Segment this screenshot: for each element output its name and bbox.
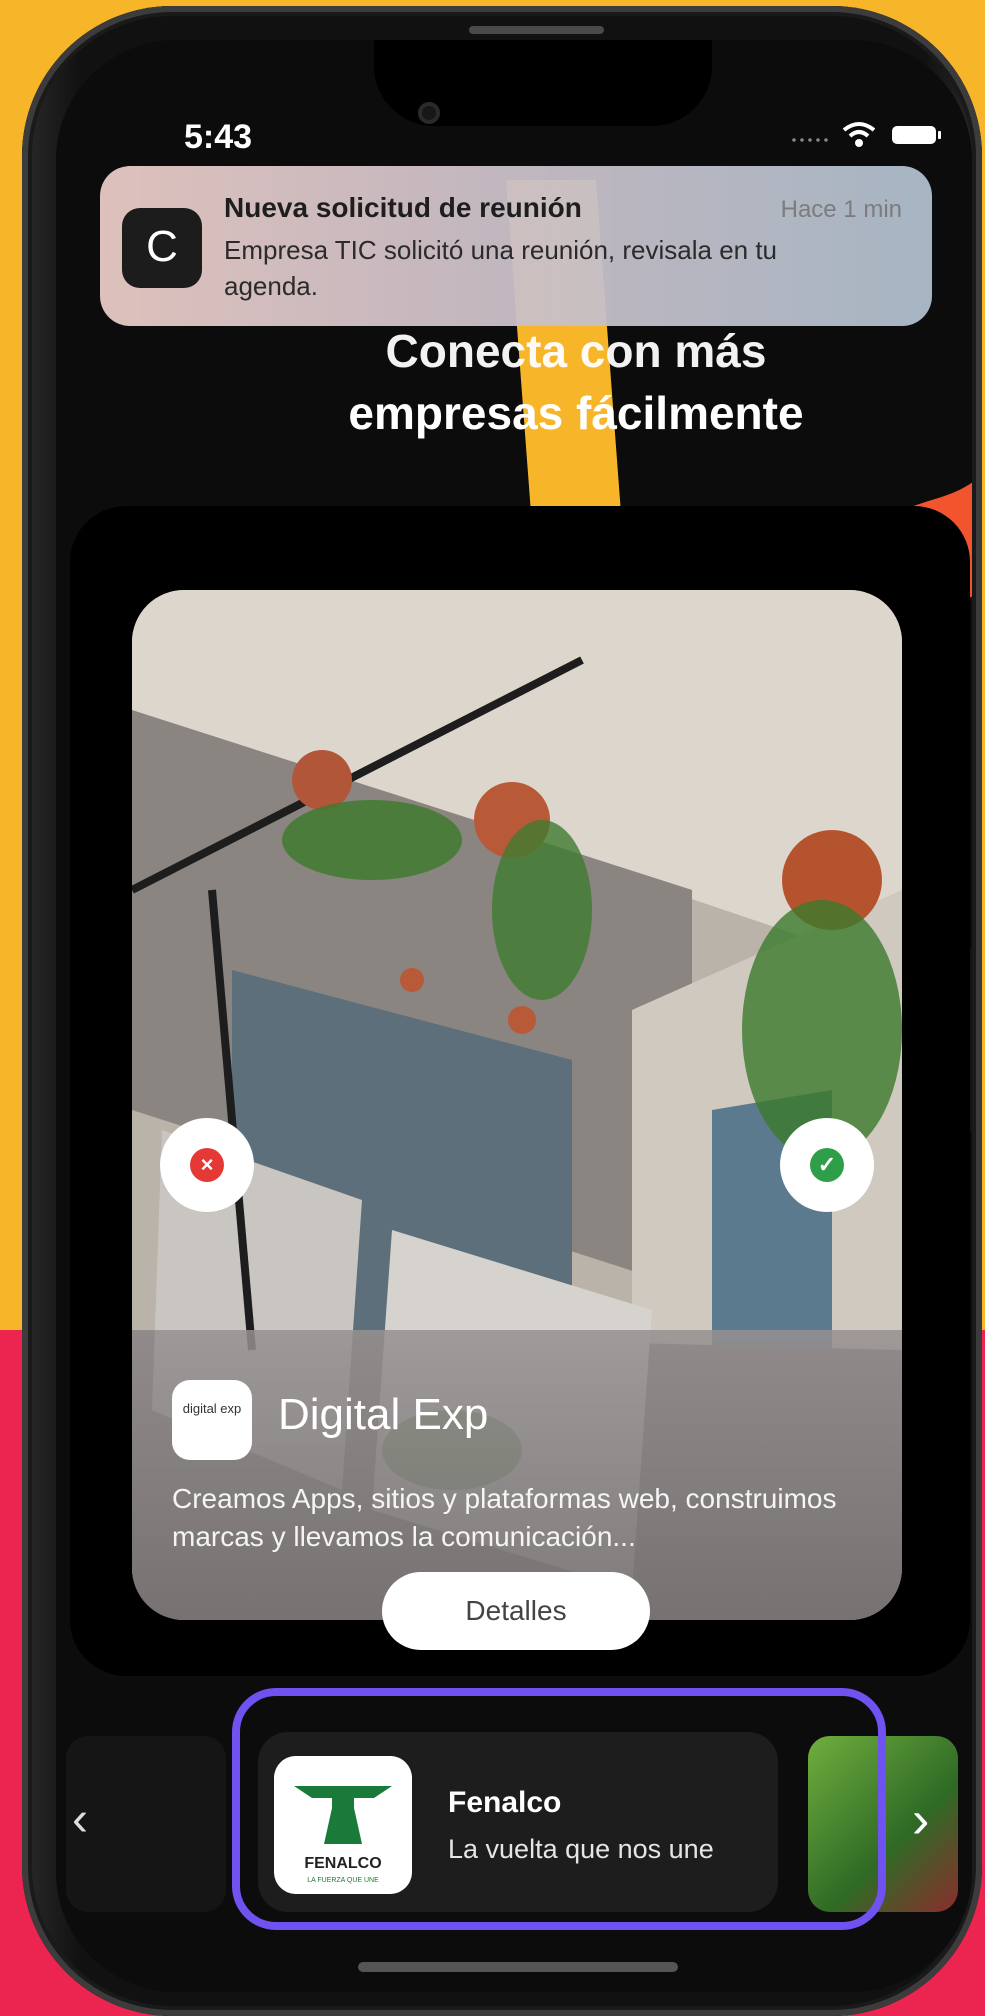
headline: Conecta con más empresas fácilmente (196, 320, 956, 444)
status-time: 5:43 (184, 118, 253, 156)
battery-icon (892, 126, 941, 144)
company-logo: digital exp (172, 1380, 252, 1460)
status-icons (790, 120, 970, 150)
check-icon: ✓ (810, 1148, 844, 1182)
wifi-icon (842, 122, 876, 147)
company-card[interactable]: digital exp Digital Exp Creamos Apps, si… (132, 590, 902, 1620)
camera-icon (418, 102, 440, 124)
reject-button[interactable]: × (160, 1118, 254, 1212)
chevron-right-icon[interactable]: › (912, 1794, 952, 1846)
chevron-left-icon[interactable]: ‹ (72, 1796, 112, 1844)
notification-banner[interactable]: C Nueva solicitud de reunión Hace 1 min … (100, 166, 932, 326)
headline-line2: empresas fácilmente (348, 387, 804, 439)
notification-title: Nueva solicitud de reunión (224, 192, 582, 223)
notification-time: Hace 1 min (780, 196, 902, 223)
close-icon: × (190, 1148, 224, 1182)
accept-button[interactable]: ✓ (780, 1118, 874, 1212)
selection-highlight (232, 1688, 886, 1930)
headline-line1: Conecta con más (385, 325, 767, 377)
company-name: Digital Exp (278, 1390, 489, 1439)
company-description: Creamos Apps, sitios y plataformas web, … (172, 1483, 837, 1552)
app-icon: C (122, 208, 202, 288)
notification-body: Empresa TIC solicitó una reunión, revisa… (224, 235, 778, 301)
home-indicator[interactable] (358, 1962, 678, 1972)
details-button[interactable]: Detalles (382, 1572, 650, 1650)
signal-dots-icon (790, 138, 830, 142)
phone-speaker (469, 26, 604, 34)
